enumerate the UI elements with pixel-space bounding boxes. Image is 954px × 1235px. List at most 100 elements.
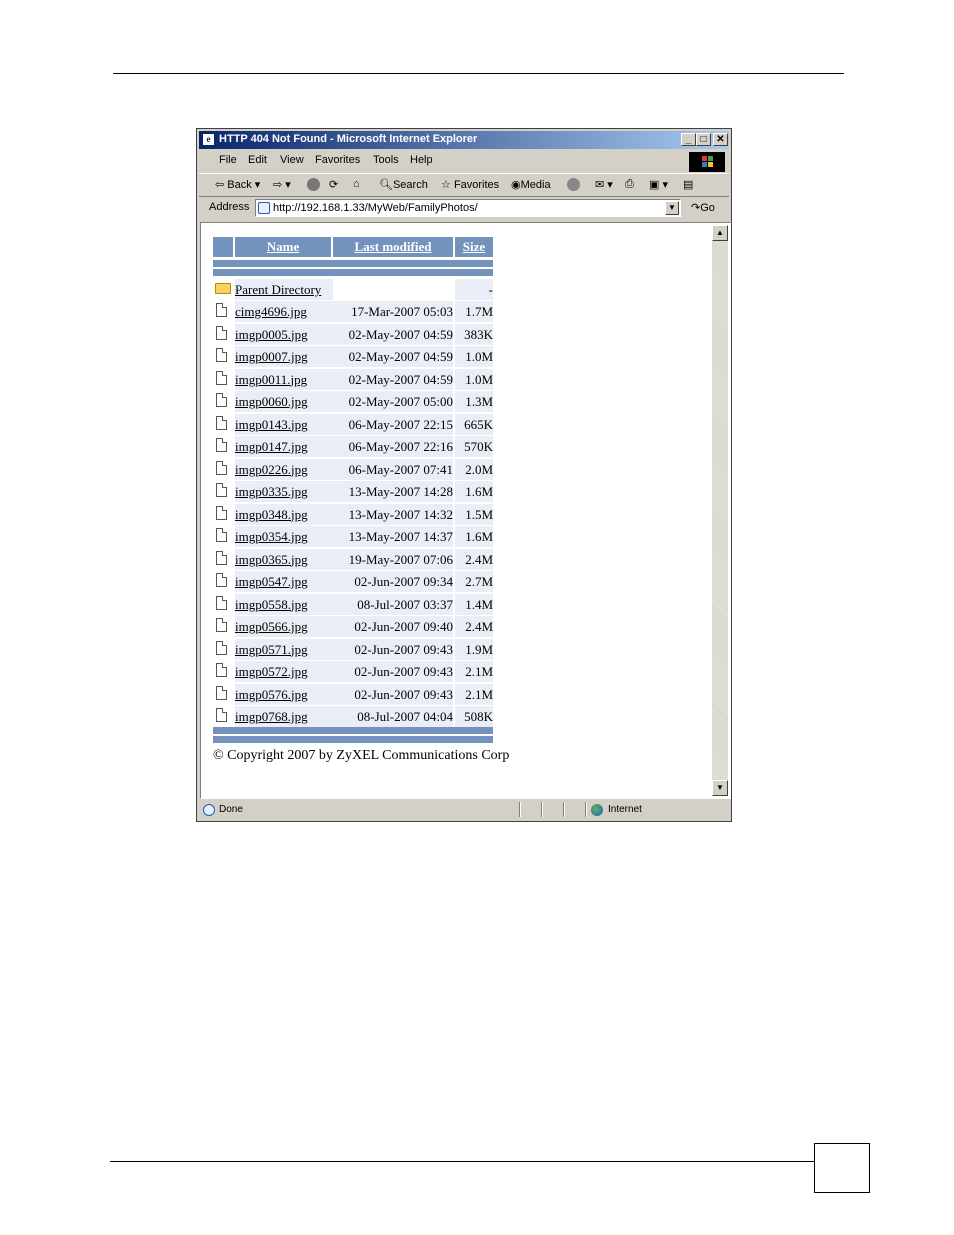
- parent-directory-link[interactable]: Parent Directory: [235, 282, 321, 297]
- file-modified: 06-May-2007 22:16: [333, 436, 453, 457]
- print-button[interactable]: ⎙: [625, 178, 634, 191]
- file-modified: 02-Jun-2007 09:43: [333, 661, 453, 682]
- file-icon: [216, 573, 227, 587]
- file-link[interactable]: imgp0566.jpg: [235, 619, 308, 634]
- menu-file[interactable]: File: [219, 154, 237, 166]
- menu-edit[interactable]: Edit: [248, 154, 267, 166]
- status-divider: [563, 802, 565, 817]
- file-size: 1.0M: [455, 346, 493, 367]
- menu-help[interactable]: Help: [410, 154, 433, 166]
- file-row: imgp0335.jpg 13-May-2007 14:28 1.6M: [213, 481, 497, 502]
- discuss-button[interactable]: ▤: [683, 178, 693, 191]
- file-modified: 13-May-2007 14:32: [333, 503, 453, 525]
- file-link[interactable]: imgp0060.jpg: [235, 394, 308, 409]
- search-button[interactable]: 🔍︎Search: [379, 178, 428, 191]
- home-button[interactable]: ⌂: [353, 178, 360, 190]
- address-input[interactable]: http://192.168.1.33/MyWeb/FamilyPhotos/ …: [255, 199, 681, 217]
- page-done-icon: [203, 804, 215, 816]
- file-size: 508K: [455, 706, 493, 727]
- file-icon: [216, 370, 227, 385]
- minimize-button[interactable]: _: [681, 133, 696, 146]
- file-link[interactable]: imgp0143.jpg: [235, 417, 308, 432]
- status-text: Done: [219, 804, 243, 815]
- file-link[interactable]: imgp0571.jpg: [235, 642, 308, 657]
- document-header-rule: [113, 73, 844, 74]
- file-link[interactable]: imgp0005.jpg: [235, 327, 308, 342]
- file-size: 2.4M: [455, 548, 493, 570]
- file-icon: [216, 303, 227, 317]
- close-button[interactable]: ✕: [713, 133, 728, 146]
- status-divider: [519, 802, 521, 817]
- go-label: Go: [700, 202, 715, 214]
- file-link[interactable]: imgp0354.jpg: [235, 529, 308, 544]
- scroll-up-button[interactable]: ▲: [712, 225, 728, 241]
- file-row: imgp0558.jpg 08-Jul-2007 03:37 1.4M: [213, 593, 497, 615]
- copyright-text: © Copyright 2007 by ZyXEL Communications…: [213, 748, 510, 763]
- file-link[interactable]: imgp0011.jpg: [235, 372, 307, 387]
- file-size: 1.7M: [455, 301, 493, 322]
- menu-tools[interactable]: Tools: [373, 154, 399, 166]
- back-button[interactable]: ⇦ Back ▾: [215, 178, 260, 191]
- media-button[interactable]: ◉Media: [511, 178, 551, 191]
- modified-column-header[interactable]: Last modified: [333, 237, 453, 257]
- file-row: imgp0147.jpg 06-May-2007 22:16 570K: [213, 436, 497, 457]
- file-link[interactable]: imgp0226.jpg: [235, 462, 308, 477]
- file-size: 2.4M: [455, 616, 493, 637]
- menu-favorites[interactable]: Favorites: [315, 154, 360, 166]
- file-row: imgp0348.jpg 13-May-2007 14:32 1.5M: [213, 503, 497, 525]
- file-link[interactable]: imgp0547.jpg: [235, 574, 308, 589]
- search-label: Search: [392, 179, 428, 191]
- menu-view[interactable]: View: [280, 154, 304, 166]
- file-icon: [216, 708, 227, 722]
- page-content: Name Last modified Size Parent Directory…: [200, 222, 731, 799]
- file-row: cimg4696.jpg 17-Mar-2007 05:03 1.7M: [213, 301, 497, 322]
- file-icon: [216, 528, 227, 542]
- file-icon: [216, 505, 227, 520]
- file-size: 1.6M: [455, 481, 493, 502]
- file-size: 1.5M: [455, 503, 493, 525]
- file-modified: 06-May-2007 07:41: [333, 458, 453, 480]
- title-bar[interactable]: e HTTP 404 Not Found - Microsoft Interne…: [199, 131, 729, 149]
- file-row: imgp0007.jpg 02-May-2007 04:59 1.0M: [213, 346, 497, 367]
- refresh-button[interactable]: ⟳: [329, 178, 338, 191]
- file-link[interactable]: imgp0365.jpg: [235, 552, 308, 567]
- file-size: 2.0M: [455, 458, 493, 480]
- scroll-down-button[interactable]: ▼: [712, 780, 728, 796]
- search-icon: 🔍︎: [379, 179, 393, 191]
- file-modified: 02-May-2007 04:59: [333, 368, 453, 390]
- file-link[interactable]: imgp0572.jpg: [235, 664, 308, 679]
- file-link[interactable]: imgp0007.jpg: [235, 349, 308, 364]
- ie-logo-icon: e: [202, 133, 215, 146]
- status-bar: Done Internet: [199, 801, 729, 819]
- file-link[interactable]: imgp0558.jpg: [235, 597, 308, 612]
- file-link[interactable]: imgp0335.jpg: [235, 484, 308, 499]
- file-link[interactable]: imgp0147.jpg: [235, 439, 308, 454]
- stop-button[interactable]: [307, 178, 320, 191]
- file-size: 1.6M: [455, 526, 493, 547]
- vertical-scrollbar[interactable]: ▲ ▼: [712, 225, 728, 796]
- size-column-header[interactable]: Size: [455, 237, 493, 257]
- maximize-button[interactable]: □: [696, 133, 711, 146]
- file-icon: [216, 618, 227, 632]
- address-dropdown-icon[interactable]: ▼: [665, 201, 679, 215]
- mail-button[interactable]: ✉ ▾: [595, 178, 613, 191]
- history-button[interactable]: [567, 178, 580, 191]
- file-modified: 08-Jul-2007 03:37: [333, 593, 453, 615]
- favorites-button[interactable]: ☆ Favorites: [441, 178, 499, 191]
- file-size: 2.7M: [455, 571, 493, 592]
- name-column-header[interactable]: Name: [235, 237, 331, 257]
- edit-button[interactable]: ▣ ▾: [649, 178, 668, 191]
- file-link[interactable]: imgp0576.jpg: [235, 687, 308, 702]
- file-link[interactable]: imgp0348.jpg: [235, 507, 308, 522]
- file-row: imgp0768.jpg 08-Jul-2007 04:04 508K: [213, 706, 497, 727]
- forward-button[interactable]: ⇨ ▾: [273, 178, 291, 191]
- file-link[interactable]: imgp0768.jpg: [235, 709, 308, 724]
- file-link[interactable]: cimg4696.jpg: [235, 304, 307, 319]
- file-size: 570K: [455, 436, 493, 457]
- file-row: imgp0572.jpg 02-Jun-2007 09:43 2.1M: [213, 661, 497, 682]
- go-button[interactable]: ↷Go: [691, 201, 715, 214]
- file-row: imgp0060.jpg 02-May-2007 05:00 1.3M: [213, 391, 497, 412]
- file-icon: [216, 595, 227, 610]
- folder-icon: [215, 283, 231, 294]
- file-icon: [216, 663, 227, 677]
